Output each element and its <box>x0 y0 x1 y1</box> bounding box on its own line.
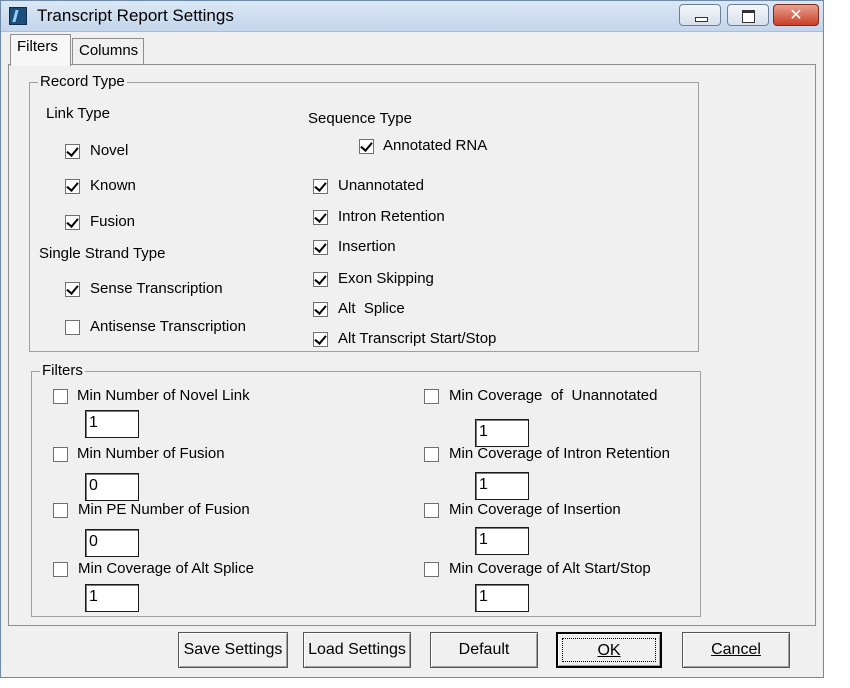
close-icon: ✕ <box>789 5 803 24</box>
min-fusion-label: Min Number of Fusion <box>77 445 225 462</box>
annotated-rna-label: Annotated RNA <box>383 137 488 154</box>
sense-transcription-label: Sense Transcription <box>90 280 223 297</box>
window-title: Transcript Report Settings <box>37 6 234 25</box>
min-novel-link-label: Min Number of Novel Link <box>77 387 250 404</box>
annotated-rna-checkbox[interactable] <box>359 139 374 154</box>
min-coverage-alt-start-stop-checkbox[interactable] <box>424 562 439 577</box>
min-pe-fusion-label: Min PE Number of Fusion <box>78 501 250 518</box>
antisense-transcription-label: Antisense Transcription <box>90 318 246 335</box>
ok-button[interactable]: OK <box>556 632 662 668</box>
insertion-checkbox[interactable] <box>313 240 328 255</box>
min-coverage-insertion-checkbox[interactable] <box>424 503 439 518</box>
min-coverage-unannotated-input[interactable]: 1 <box>475 419 529 447</box>
novel-checkbox[interactable] <box>65 144 80 159</box>
min-coverage-unannotated-label: Min Coverage of Unannotated <box>449 387 658 404</box>
link-type-label: Link Type <box>46 105 110 122</box>
alt-transcript-start-stop-checkbox[interactable] <box>313 332 328 347</box>
tab-columns[interactable]: Columns <box>72 38 144 66</box>
alt-transcript-start-stop-label: Alt Transcript Start/Stop <box>338 330 497 347</box>
maximize-icon <box>742 10 755 23</box>
tab-filters[interactable]: Filters <box>10 34 71 66</box>
alt-splice-checkbox[interactable] <box>313 302 328 317</box>
min-coverage-intron-retention-input[interactable]: 1 <box>475 472 529 500</box>
filters-tab-panel: Record Type Link Type Novel Known Fusion… <box>8 64 816 626</box>
sense-transcription-checkbox[interactable] <box>65 282 80 297</box>
min-novel-link-checkbox[interactable] <box>53 389 68 404</box>
save-settings-button[interactable]: Save Settings <box>178 632 288 668</box>
default-button[interactable]: Default <box>430 632 538 668</box>
min-pe-fusion-checkbox[interactable] <box>53 503 68 518</box>
known-label: Known <box>90 177 136 194</box>
unannotated-label: Unannotated <box>338 177 424 194</box>
record-type-group: Record Type Link Type Novel Known Fusion… <box>29 73 699 352</box>
title-bar[interactable]: Transcript Report Settings ✕ <box>1 1 823 32</box>
min-novel-link-input[interactable]: 1 <box>85 410 139 438</box>
novel-label: Novel <box>90 142 129 159</box>
minimize-icon <box>695 17 708 22</box>
exon-skipping-checkbox[interactable] <box>313 272 328 287</box>
min-coverage-insertion-input[interactable]: 1 <box>475 527 529 555</box>
fusion-checkbox[interactable] <box>65 215 80 230</box>
single-strand-type-label: Single Strand Type <box>39 245 166 262</box>
minimize-button[interactable] <box>679 4 721 26</box>
close-button[interactable]: ✕ <box>773 4 819 26</box>
fusion-label: Fusion <box>90 213 136 230</box>
known-checkbox[interactable] <box>65 179 80 194</box>
sequence-type-label: Sequence Type <box>308 110 412 127</box>
min-coverage-alt-start-stop-input[interactable]: 1 <box>475 584 529 612</box>
unannotated-checkbox[interactable] <box>313 179 328 194</box>
cancel-label: Cancel <box>711 641 761 658</box>
maximize-button[interactable] <box>727 4 769 26</box>
min-coverage-alt-splice-checkbox[interactable] <box>53 562 68 577</box>
min-coverage-insertion-label: Min Coverage of Insertion <box>449 501 621 518</box>
intron-retention-label: Intron Retention <box>338 208 445 225</box>
min-fusion-input[interactable]: 0 <box>85 473 139 501</box>
intron-retention-checkbox[interactable] <box>313 210 328 225</box>
min-coverage-unannotated-checkbox[interactable] <box>424 389 439 404</box>
load-settings-button[interactable]: Load Settings <box>303 632 411 668</box>
insertion-label: Insertion <box>338 238 396 255</box>
min-coverage-alt-splice-input[interactable]: 1 <box>85 584 139 612</box>
min-coverage-intron-retention-checkbox[interactable] <box>424 447 439 462</box>
min-coverage-alt-splice-label: Min Coverage of Alt Splice <box>78 560 254 577</box>
record-type-legend: Record Type <box>38 73 127 90</box>
filters-legend: Filters <box>40 362 85 379</box>
alt-splice-label: Alt Splice <box>338 300 405 317</box>
app-icon <box>9 7 27 25</box>
antisense-transcription-checkbox[interactable] <box>65 320 80 335</box>
filters-group: Filters Min Number of Novel Link 1 Min N… <box>31 362 701 617</box>
focus-rect <box>562 638 656 662</box>
min-pe-fusion-input[interactable]: 0 <box>85 529 139 557</box>
cancel-button[interactable]: Cancel <box>682 632 790 668</box>
exon-skipping-label: Exon Skipping <box>338 270 434 287</box>
min-coverage-alt-start-stop-label: Min Coverage of Alt Start/Stop <box>449 560 651 577</box>
min-fusion-checkbox[interactable] <box>53 447 68 462</box>
min-coverage-intron-retention-label: Min Coverage of Intron Retention <box>449 445 670 462</box>
